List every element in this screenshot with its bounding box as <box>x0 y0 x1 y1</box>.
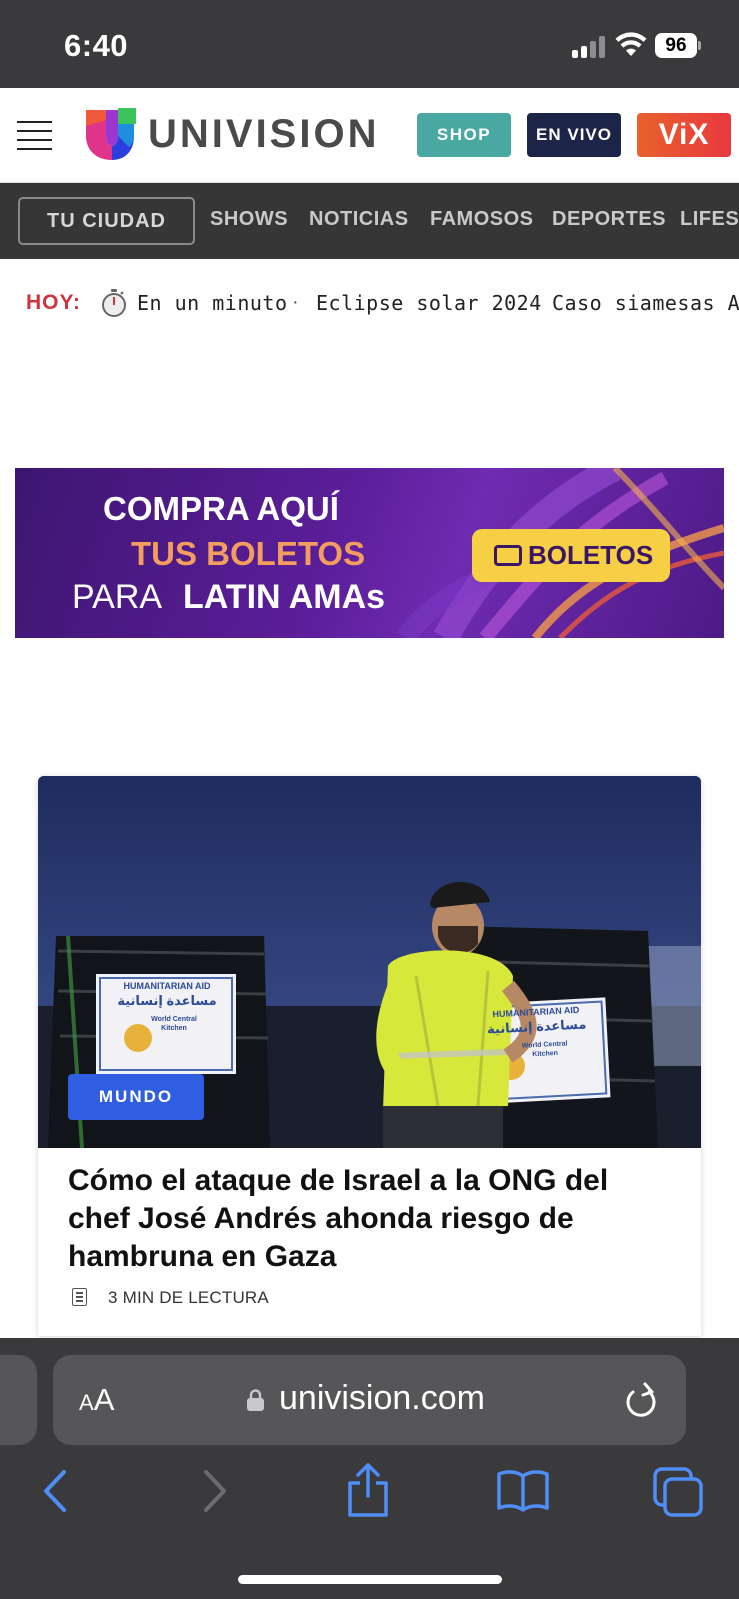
site-header: UNIVISION SHOP EN VIVO ViX <box>0 88 739 183</box>
ticket-icon <box>494 545 522 566</box>
nav-item-noticias[interactable]: NOTICIAS <box>309 208 409 231</box>
forward-icon[interactable] <box>200 1468 230 1514</box>
ticker-separator: · <box>529 291 536 313</box>
shop-button[interactable]: SHOP <box>417 113 511 157</box>
ad-line-1: COMPRA AQUÍ <box>103 490 339 527</box>
status-bar: 6:40 96 <box>0 0 739 88</box>
category-tag[interactable]: MUNDO <box>68 1074 204 1120</box>
boletos-button[interactable]: BOLETOS <box>472 529 670 582</box>
address-bar[interactable]: AA univision.com <box>53 1355 686 1445</box>
share-icon[interactable] <box>346 1462 390 1518</box>
nav-item-shows[interactable]: SHOWS <box>210 208 288 231</box>
article-headline[interactable]: Cómo el ataque de Israel a la ONG del ch… <box>68 1162 678 1276</box>
article-photo[interactable]: HUMANITARIAN AID مساعدة إنسانية World Ce… <box>38 776 701 1148</box>
bookmarks-icon[interactable] <box>496 1468 550 1514</box>
battery-icon: 96 <box>655 33 701 58</box>
vix-button[interactable]: ViX <box>637 113 731 157</box>
document-icon <box>72 1288 87 1306</box>
photo-sign-text: HUMANITARIAN AID <box>123 981 211 991</box>
text-size-small: A <box>79 1390 94 1415</box>
tu-ciudad-button[interactable]: TU CIUDAD <box>18 197 195 245</box>
text-size-button[interactable]: AA <box>79 1382 114 1418</box>
hamburger-menu-icon[interactable] <box>17 121 52 150</box>
nav-item-deportes[interactable]: DEPORTES <box>552 208 666 231</box>
photo-sign-org: World Central Kitchen <box>521 1040 568 1059</box>
nav-item-lifestyle[interactable]: LIFEST <box>680 208 739 231</box>
univision-logo[interactable]: UNIVISION <box>84 106 376 162</box>
stopwatch-icon <box>102 289 126 317</box>
en-vivo-button[interactable]: EN VIVO <box>527 113 621 157</box>
boletos-label: BOLETOS <box>528 540 654 570</box>
hoy-ticker: HOY: En un minuto · Eclipse solar 2024 ·… <box>0 259 739 349</box>
photo-sign-left: HUMANITARIAN AID مساعدة إنسانية World Ce… <box>104 980 230 1033</box>
logo-wordmark: UNIVISION <box>148 112 380 156</box>
ticker-item[interactable]: En un minuto <box>137 291 288 315</box>
battery-level: 96 <box>655 33 697 58</box>
nav-item-famosos[interactable]: FAMOSOS <box>430 208 534 231</box>
browser-chrome: AA univision.com <box>0 1338 739 1599</box>
univision-u-icon <box>86 108 136 160</box>
ad-line-3-bold: LATIN AMAs <box>183 578 386 616</box>
back-icon[interactable] <box>40 1468 70 1514</box>
article-card[interactable]: HUMANITARIAN AID مساعدة إنسانية World Ce… <box>38 776 701 1336</box>
ad-line-3-prefix: PARA <box>72 578 163 616</box>
wifi-icon <box>615 32 647 56</box>
latin-amas-ad-banner[interactable]: COMPRA AQUÍ TUS BOLETOS PARA LATIN AMAs … <box>15 468 724 638</box>
cellular-signal-icon <box>572 34 606 58</box>
url-text[interactable]: univision.com <box>279 1379 485 1418</box>
home-indicator <box>238 1575 502 1584</box>
photo-sign-arabic: مساعدة إنسانية <box>117 993 217 1008</box>
ticker-separator: · <box>292 291 299 313</box>
previous-tab-preview[interactable] <box>0 1355 37 1445</box>
ticker-item[interactable]: Caso siamesas Al <box>552 291 739 315</box>
reload-icon[interactable] <box>623 1380 659 1420</box>
status-time: 6:40 <box>64 28 129 63</box>
screen: 6:40 96 UNIVISION SHOP EN VIVO ViX TU CI… <box>0 0 739 1599</box>
lock-icon <box>247 1389 264 1411</box>
photo-sign-org: World Central Kitchen <box>151 1016 197 1032</box>
read-time-label: 3 MIN DE LECTURA <box>108 1288 269 1307</box>
tabs-icon[interactable] <box>652 1466 704 1518</box>
photo-sign-right: HUMANITARIAN AID مساعدة إنسانية World Ce… <box>473 1003 602 1063</box>
section-nav: TU CIUDAD SHOWS NOTICIAS FAMOSOS DEPORTE… <box>0 183 739 259</box>
ticker-item[interactable]: Eclipse solar 2024 <box>316 291 542 315</box>
ad-line-2: TUS BOLETOS <box>131 535 366 572</box>
hoy-label: HOY: <box>26 291 81 314</box>
